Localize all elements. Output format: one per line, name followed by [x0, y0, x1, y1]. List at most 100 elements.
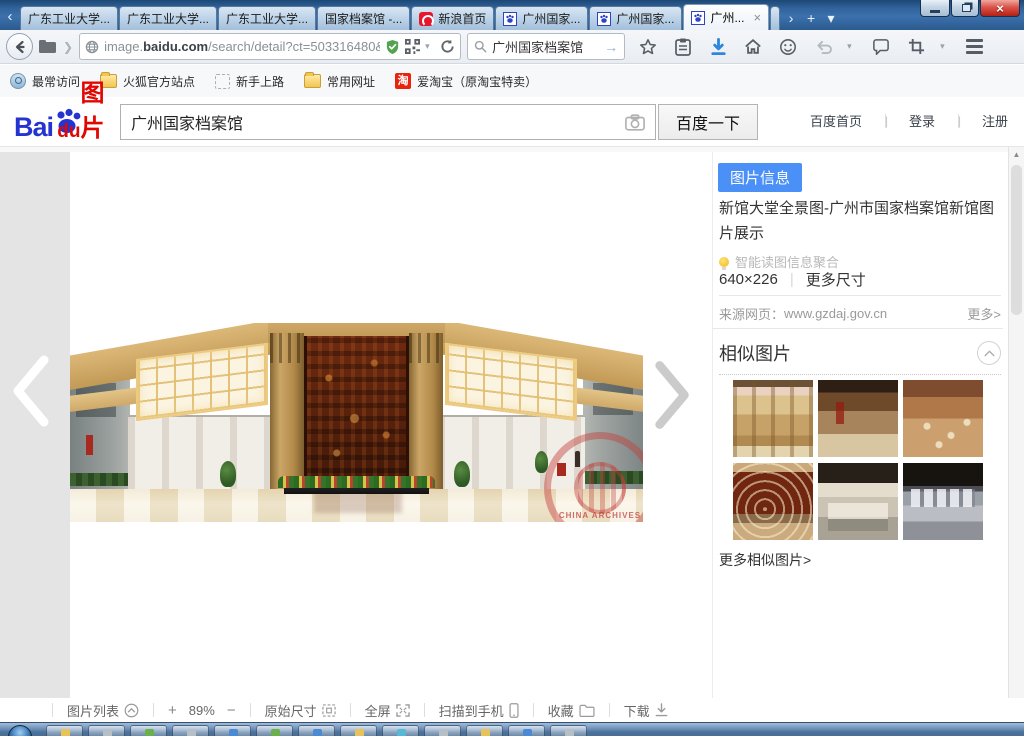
link-login[interactable]: 登录	[909, 111, 935, 130]
baidu-image-logo[interactable]: Bai du 图片	[14, 103, 118, 143]
next-image-button[interactable]	[652, 356, 694, 434]
bookmark-star-icon[interactable]	[637, 36, 659, 58]
tab-gdut-1[interactable]: 广东工业大学...	[20, 6, 118, 30]
taskbar-app-button[interactable]	[466, 725, 503, 736]
zoom-in-button[interactable]: +	[168, 702, 177, 719]
start-button[interactable]	[8, 725, 32, 736]
logo-product-text: 图片	[80, 73, 118, 143]
chat-bubble-icon[interactable]	[870, 36, 892, 58]
back-button[interactable]	[6, 33, 33, 60]
taskbar-app-button[interactable]	[88, 725, 125, 736]
home-icon[interactable]	[742, 36, 764, 58]
baidu-search-input[interactable]: 广州国家档案馆	[120, 104, 656, 140]
favorite-button[interactable]: 收藏	[548, 701, 595, 720]
tab-active-guangzhou[interactable]: 广州... ×	[683, 4, 769, 30]
image-list-button[interactable]: 图片列表	[67, 701, 139, 720]
tab-close-icon[interactable]: ×	[753, 10, 761, 25]
bookmark-getting-started[interactable]: 新手上路	[215, 73, 284, 90]
original-size-button[interactable]: 原始尺寸	[265, 701, 336, 720]
restore-button[interactable]	[951, 0, 979, 17]
similar-thumbnail-5[interactable]	[818, 463, 898, 540]
baidu-paw-favicon-icon	[597, 12, 611, 26]
more-similar-images-link[interactable]: 更多相似图片>	[719, 550, 811, 570]
download-icon	[655, 703, 668, 717]
source-more-link[interactable]: 更多>	[967, 304, 1001, 323]
more-sizes-link[interactable]: 更多尺寸	[806, 269, 866, 290]
scrollbar-up-icon[interactable]: ▲	[1009, 150, 1024, 159]
watermark-emblem-icon	[574, 462, 626, 514]
scrollbar-thumb[interactable]	[1011, 165, 1022, 315]
taskbar-app-button[interactable]	[340, 725, 377, 736]
similar-thumbnail-4[interactable]	[733, 463, 813, 540]
taskbar-app-button[interactable]	[130, 725, 167, 736]
download-label: 下载	[624, 701, 650, 720]
search-go-icon[interactable]: →	[604, 39, 618, 55]
tab-list-dropdown-button[interactable]: ▾	[821, 6, 841, 30]
download-button[interactable]: 下载	[624, 701, 668, 720]
similar-thumbnail-3[interactable]	[903, 380, 983, 457]
bookmark-frequent[interactable]: 最常访问	[10, 73, 80, 90]
search-icon	[474, 40, 487, 53]
link-register[interactable]: 注册	[982, 111, 1008, 130]
photo-red-sign	[86, 435, 93, 455]
tab-archives[interactable]: 国家档案馆 -...	[317, 6, 410, 30]
fullscreen-button[interactable]: 全屏	[365, 701, 410, 720]
image-title[interactable]: 新馆大堂全景图-广州市国家档案馆新馆图片展示	[719, 196, 1001, 246]
taskbar-app-button[interactable]	[46, 725, 83, 736]
tab-sina[interactable]: 新浪首页	[411, 6, 494, 30]
qr-code-icon[interactable]	[405, 39, 420, 54]
menu-hamburger-icon[interactable]	[963, 36, 985, 58]
tab-gdut-3[interactable]: 广东工业大学...	[218, 6, 316, 30]
baidu-search-button[interactable]: 百度一下	[658, 104, 758, 140]
taskbar-app-button[interactable]	[298, 725, 335, 736]
browser-search-field[interactable]: 广州国家档案馆 →	[467, 33, 625, 60]
camera-search-icon[interactable]	[625, 114, 645, 131]
taskbar-app-button[interactable]	[424, 725, 461, 736]
taskbar-app-button[interactable]	[256, 725, 293, 736]
taskbar-app-button[interactable]	[214, 725, 251, 736]
similar-thumbnail-6[interactable]	[903, 463, 983, 540]
downloads-icon[interactable]	[707, 36, 729, 58]
toolbar-divider	[609, 703, 610, 717]
taskbar-app-button[interactable]	[172, 725, 209, 736]
zoom-out-button[interactable]: −	[227, 702, 236, 719]
security-shield-icon[interactable]	[385, 39, 400, 55]
link-baidu-home[interactable]: 百度首页	[810, 111, 862, 130]
similar-thumbnail-2[interactable]	[818, 380, 898, 457]
url-dropdown-icon[interactable]: ▾	[425, 41, 435, 52]
tab-scroll-left-button[interactable]: ‹	[0, 6, 20, 30]
undo-icon[interactable]	[812, 36, 834, 58]
tab-partial[interactable]	[770, 6, 780, 30]
close-button[interactable]: ×	[980, 0, 1020, 17]
collapse-section-button[interactable]	[977, 341, 1001, 365]
similar-thumbnail-1[interactable]	[733, 380, 813, 457]
window-titlebar: ‹ 广东工业大学... 广东工业大学... 广东工业大学... 国家档案馆 -.…	[0, 0, 1024, 30]
source-url-link[interactable]: www.gzdaj.gov.cn	[784, 306, 887, 321]
baidu-top-links: 百度首页 | 登录 | 注册	[810, 111, 1008, 130]
tab-scroll-right-button[interactable]: ›	[781, 6, 801, 30]
taskbar-app-button[interactable]	[382, 725, 419, 736]
tab-gdut-2[interactable]: 广东工业大学...	[119, 6, 217, 30]
tab-baidu-image-2[interactable]: 广州国家...	[589, 6, 682, 30]
tab-baidu-image-1[interactable]: 广州国家...	[495, 6, 588, 30]
new-tab-button[interactable]: +	[801, 6, 821, 30]
taskbar-app-button[interactable]	[508, 725, 545, 736]
undo-dropdown-icon[interactable]: ▾	[847, 41, 857, 52]
scan-to-phone-button[interactable]: 扫描到手机	[439, 701, 519, 720]
url-bar[interactable]: image.baidu.com/search/detail?ct=5033164…	[79, 33, 461, 60]
reload-icon[interactable]	[440, 39, 455, 54]
recent-pages-icon[interactable]	[39, 39, 57, 54]
logo-bai-text: Bai	[14, 112, 53, 143]
page-scrollbar[interactable]: ▲	[1008, 147, 1024, 700]
bookmark-taobao[interactable]: 淘 爱淘宝（原淘宝特卖）	[395, 73, 537, 90]
crop-dropdown-icon[interactable]: ▾	[940, 41, 950, 52]
minimize-button[interactable]	[920, 0, 950, 17]
taskbar-app-button[interactable]	[550, 725, 587, 736]
photo-floor-reflection	[314, 491, 402, 513]
bookmarks-panel-icon[interactable]	[672, 36, 694, 58]
main-image-archive-hall-panorama[interactable]: CHINA ARCHIVES	[70, 323, 643, 522]
feedback-smiley-icon[interactable]	[777, 36, 799, 58]
screenshot-crop-icon[interactable]	[905, 36, 927, 58]
bookmark-common-sites[interactable]: 常用网址	[304, 73, 375, 90]
previous-image-button[interactable]	[8, 352, 52, 430]
